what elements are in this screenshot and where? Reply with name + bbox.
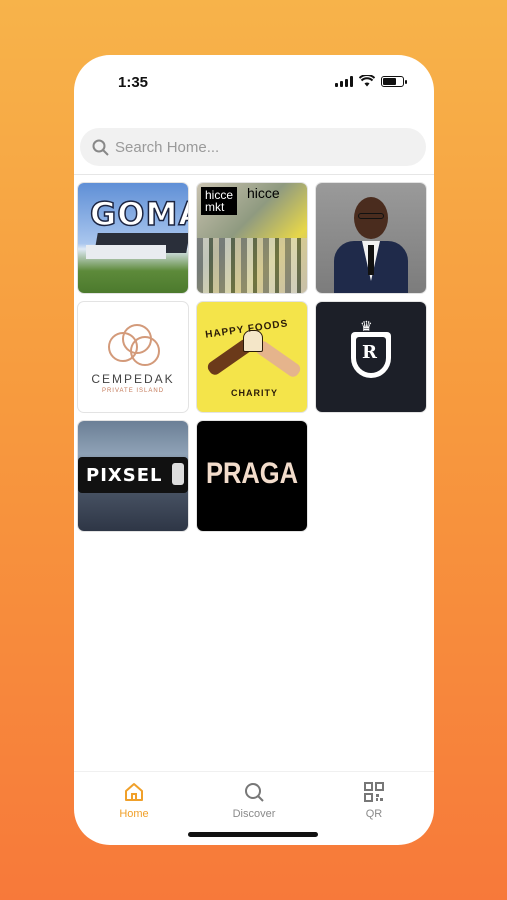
- divider: [74, 174, 434, 175]
- tile-cempedak[interactable]: CEMPEDAK PRIVATE ISLAND: [78, 302, 188, 412]
- status-icons: [335, 75, 407, 87]
- tile-praga[interactable]: PRAGA: [197, 421, 307, 531]
- phone-screen: 1:35 GOMA: [74, 55, 434, 845]
- tab-label: Discover: [232, 808, 276, 820]
- search-input[interactable]: [115, 138, 395, 156]
- cellular-signal-icon: [335, 75, 353, 87]
- tile-label: PRAGA: [205, 457, 299, 490]
- tab-discover[interactable]: Discover: [204, 772, 304, 829]
- status-time: 1:35: [118, 74, 149, 91]
- wheel-image: [172, 463, 184, 485]
- hicce-logo: hicce mkt: [201, 187, 238, 215]
- tile-goma[interactable]: GOMA: [78, 183, 188, 293]
- home-icon: [125, 783, 143, 801]
- tile-label: hicce: [247, 185, 280, 201]
- tile-label: CEMPEDAK: [91, 372, 175, 386]
- status-bar: 1:35: [74, 55, 434, 111]
- wifi-icon: [359, 75, 375, 87]
- tile-label: PIXSEL: [86, 465, 163, 486]
- crowd-image: [197, 238, 307, 293]
- tab-label: Home: [119, 808, 149, 820]
- battery-icon: [381, 75, 407, 87]
- tile-happy-foods[interactable]: HAPPY FOODS CHARITY: [197, 302, 307, 412]
- search-icon: [245, 783, 264, 802]
- tile-r-crest[interactable]: ♛ R: [316, 302, 426, 412]
- tile-label: GOMA: [89, 194, 188, 234]
- cempedak-logo: [108, 324, 160, 366]
- tab-home[interactable]: Home: [84, 772, 184, 829]
- qr-icon: [364, 782, 384, 802]
- search-icon: [92, 139, 109, 156]
- tile-portrait[interactable]: [316, 183, 426, 293]
- tile-hicce-mkt[interactable]: hicce mkt hicce: [197, 183, 307, 293]
- tile-sublabel: PRIVATE ISLAND: [101, 388, 165, 394]
- search-bar[interactable]: [80, 128, 426, 166]
- tab-bar: Home Discover QR: [74, 771, 434, 829]
- tile-sublabel: CHARITY: [231, 388, 278, 398]
- tab-label: QR: [365, 808, 383, 820]
- glasses-image: [358, 213, 384, 219]
- home-indicator[interactable]: [188, 832, 318, 837]
- building-wall-image: [86, 245, 166, 259]
- tile-label: R: [362, 342, 377, 363]
- home-grid: GOMA hicce mkt hicce CEMPEDAK PRIVAT: [78, 183, 430, 531]
- tie-image: [368, 245, 374, 275]
- tab-qr[interactable]: QR: [324, 772, 424, 829]
- tile-pixsel[interactable]: PIXSEL: [78, 421, 188, 531]
